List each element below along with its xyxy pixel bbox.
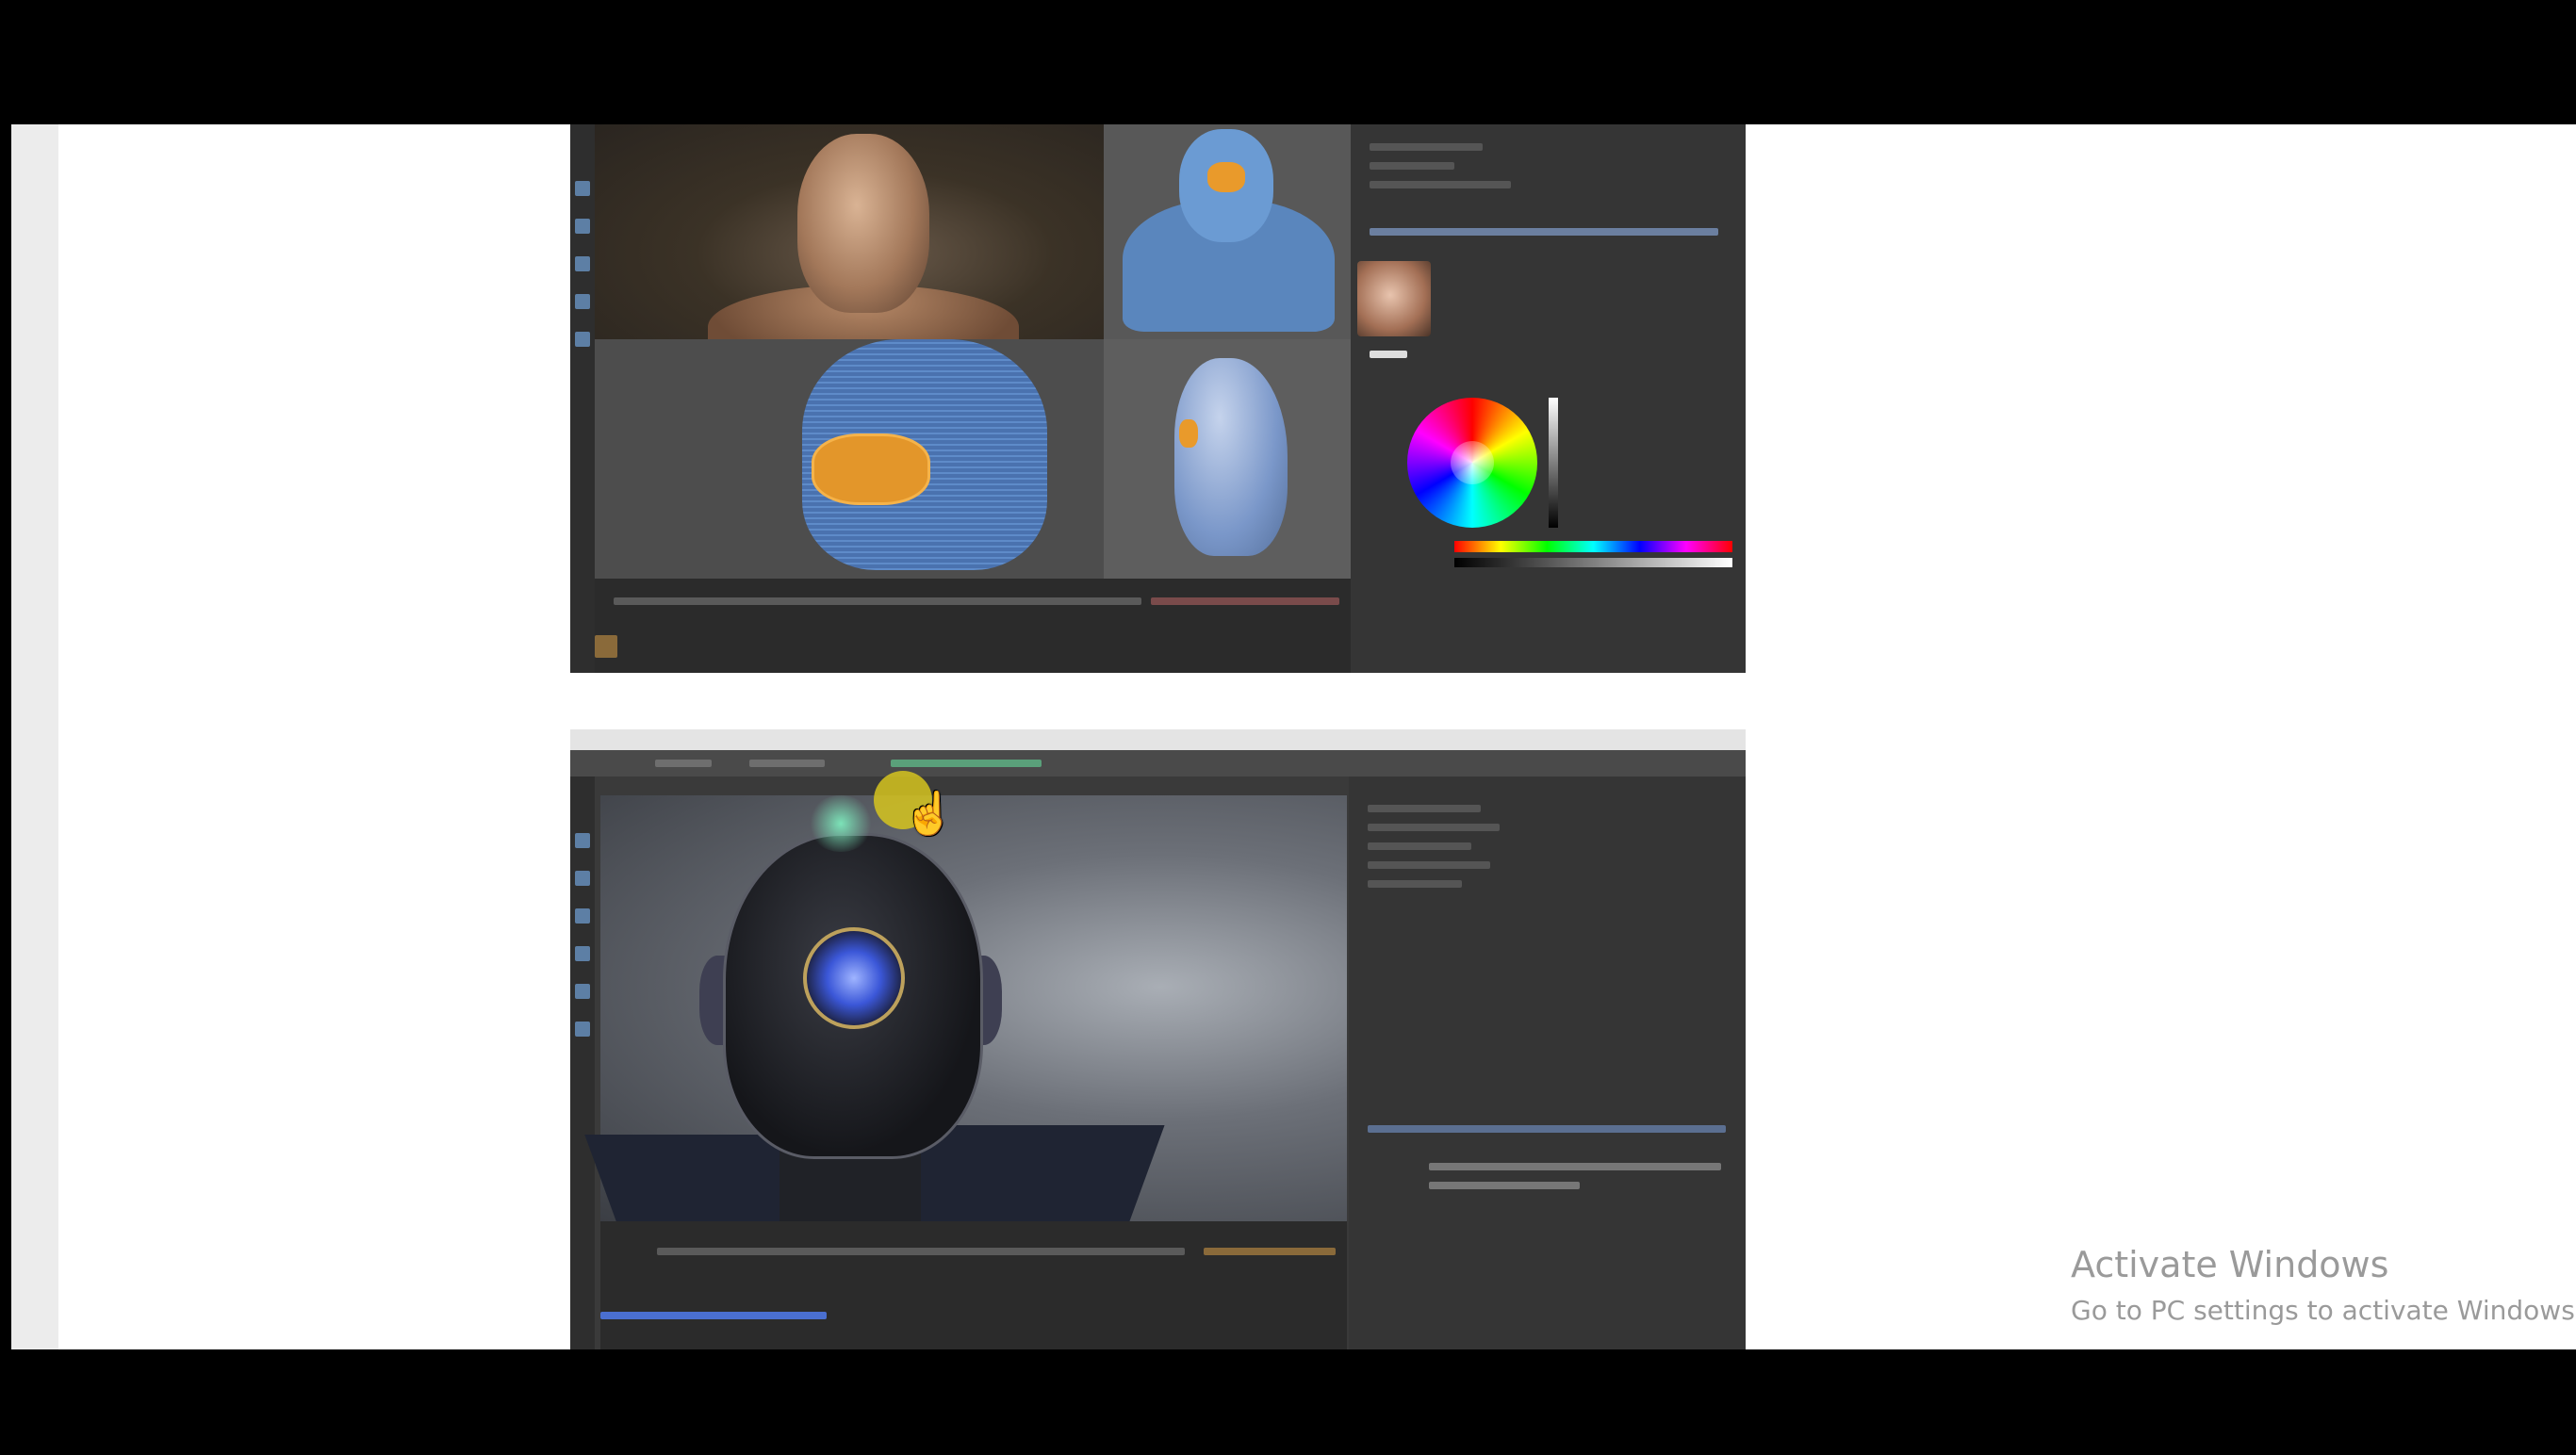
tool-palette[interactable] bbox=[570, 124, 595, 673]
object-row[interactable] bbox=[1368, 842, 1471, 850]
app-screenshot-robot-render[interactable] bbox=[570, 729, 1746, 1349]
object-row[interactable] bbox=[1368, 861, 1490, 869]
hue-spectrum-bar[interactable] bbox=[1454, 541, 1732, 552]
rotate-tool-icon[interactable] bbox=[575, 332, 590, 347]
brightness-slider[interactable] bbox=[1549, 398, 1558, 528]
layer-tab[interactable] bbox=[600, 1312, 827, 1319]
timeline-track[interactable] bbox=[614, 597, 1141, 605]
webpage-left-sidebar-rail bbox=[11, 124, 58, 1349]
robot-top-glow bbox=[808, 795, 874, 852]
side-head-mesh bbox=[1174, 358, 1288, 556]
brush-tool-icon[interactable] bbox=[575, 181, 590, 196]
value-gradient-bar[interactable] bbox=[1454, 558, 1732, 567]
timeline-panel[interactable] bbox=[600, 1221, 1347, 1349]
toolbar-group[interactable] bbox=[749, 760, 825, 767]
face-model-head bbox=[797, 134, 929, 313]
side-mouth-selection bbox=[1179, 419, 1198, 448]
timeline-track[interactable] bbox=[657, 1248, 1185, 1255]
scale-tool-icon[interactable] bbox=[575, 946, 590, 961]
uv-mouth-selection bbox=[1207, 162, 1245, 192]
attribute-slider[interactable] bbox=[1429, 1163, 1721, 1170]
tool-palette[interactable] bbox=[570, 777, 595, 1349]
camera-tool-icon[interactable] bbox=[575, 1022, 590, 1037]
timeline-panel[interactable] bbox=[595, 579, 1351, 673]
playback-controls[interactable] bbox=[1204, 1248, 1336, 1255]
object-row[interactable] bbox=[1368, 880, 1462, 888]
move-tool-icon[interactable] bbox=[575, 256, 590, 271]
material-tab-row[interactable] bbox=[1370, 228, 1718, 236]
color-wheel-center bbox=[1451, 441, 1494, 484]
activate-windows-title: Activate Windows bbox=[2071, 1244, 2389, 1285]
wireframe-mouth-selection bbox=[812, 433, 930, 505]
video-letterbox-bottom bbox=[0, 1349, 2576, 1455]
object-manager-panel[interactable] bbox=[1349, 777, 1746, 1349]
material-preview-icon[interactable] bbox=[595, 635, 617, 658]
attribute-row bbox=[1370, 181, 1511, 188]
brush-tool-icon[interactable] bbox=[575, 833, 590, 848]
viewport-side-view[interactable] bbox=[1104, 339, 1351, 579]
viewport-uv-front[interactable] bbox=[1104, 124, 1351, 339]
app-screenshot-face-painting[interactable] bbox=[570, 124, 1746, 673]
rotate-tool-icon[interactable] bbox=[575, 984, 590, 999]
toolbar-group[interactable] bbox=[655, 760, 712, 767]
texture-thumbnail[interactable] bbox=[1357, 261, 1431, 336]
robot-eye-lens bbox=[803, 927, 905, 1029]
playback-controls[interactable] bbox=[1151, 597, 1339, 605]
video-letterbox-top bbox=[0, 0, 2576, 124]
viewport-robot-render[interactable] bbox=[584, 795, 1347, 1221]
app-toolbar[interactable] bbox=[570, 750, 1746, 777]
attribute-row bbox=[1370, 143, 1483, 151]
scale-tool-icon[interactable] bbox=[575, 294, 590, 309]
attribute-slider[interactable] bbox=[1429, 1182, 1580, 1189]
select-tool-icon[interactable] bbox=[575, 219, 590, 234]
object-row[interactable] bbox=[1368, 805, 1481, 812]
attribute-row bbox=[1370, 162, 1454, 170]
move-tool-icon[interactable] bbox=[575, 908, 590, 924]
toolbar-group[interactable] bbox=[891, 760, 1042, 767]
viewport-face-render[interactable] bbox=[595, 124, 1104, 369]
viewport-wireframe[interactable] bbox=[595, 339, 1104, 579]
window-titlebar[interactable] bbox=[570, 729, 1746, 750]
select-tool-icon[interactable] bbox=[575, 871, 590, 886]
attribute-tab-row[interactable] bbox=[1368, 1125, 1726, 1133]
activate-windows-subtitle: Go to PC settings to activate Windows. bbox=[2071, 1295, 2576, 1326]
object-row[interactable] bbox=[1368, 824, 1500, 831]
video-letterbox-left bbox=[0, 0, 11, 1455]
color-swatch[interactable] bbox=[1370, 351, 1407, 358]
hand-pointer-cursor-icon: ☝ bbox=[903, 791, 955, 837]
